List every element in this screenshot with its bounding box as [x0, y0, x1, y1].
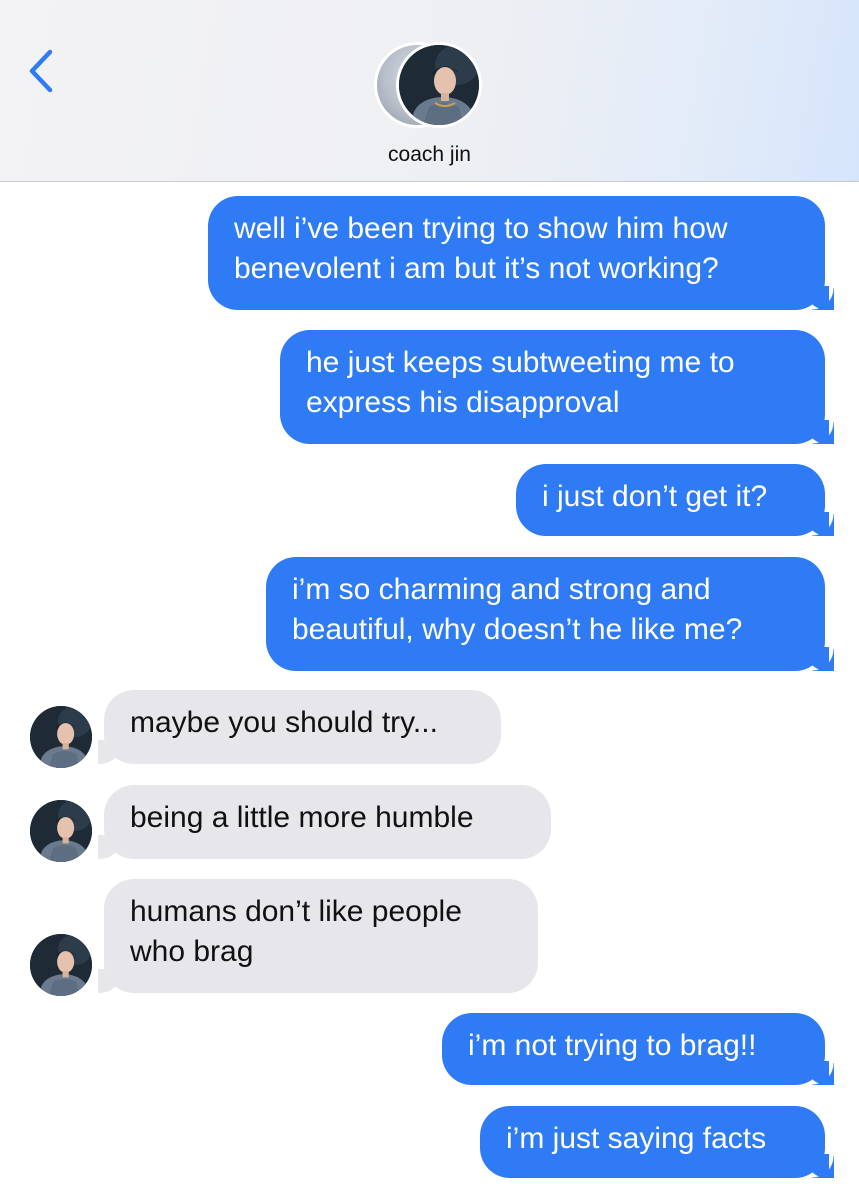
- avatar[interactable]: [30, 934, 92, 996]
- message-text: who brag: [130, 935, 254, 968]
- received-message[interactable]: humans don’t like people who brag: [98, 879, 538, 993]
- message-text: humans don’t like people: [130, 895, 462, 928]
- message-text: i’m so charming and strong and: [292, 573, 711, 606]
- message-text: being a little more humble: [130, 801, 474, 834]
- sent-message[interactable]: i’m not trying to brag!!: [442, 1013, 834, 1085]
- message-text: well i’ve been trying to show him how: [234, 212, 728, 245]
- contact-name[interactable]: coach jin: [0, 143, 859, 167]
- message-text: he just keeps subtweeting me to: [306, 346, 735, 379]
- sent-message[interactable]: i just don’t get it?: [516, 464, 834, 536]
- chevron-left-icon: [29, 49, 53, 93]
- message-text: maybe you should try...: [130, 706, 438, 739]
- avatar: [396, 42, 482, 128]
- back-button[interactable]: [22, 46, 62, 96]
- avatar[interactable]: [30, 706, 92, 768]
- sent-message[interactable]: i’m so charming and strong and beautiful…: [266, 557, 834, 671]
- message-text: beautiful, why doesn’t he like me?: [292, 613, 743, 646]
- message-text: benevolent i am but it’s not working?: [234, 252, 719, 285]
- sent-message[interactable]: he just keeps subtweeting me to express …: [280, 330, 834, 444]
- message-text: i just don’t get it?: [542, 480, 768, 513]
- contact-avatar-group[interactable]: [374, 42, 484, 128]
- conversation-header: coach jin: [0, 0, 859, 182]
- message-text: express his disapproval: [306, 386, 620, 419]
- sent-message[interactable]: well i’ve been trying to show him how be…: [208, 196, 834, 310]
- received-message[interactable]: being a little more humble: [98, 785, 551, 859]
- received-message[interactable]: maybe you should try...: [98, 690, 501, 764]
- message-text: i’m not trying to brag!!: [468, 1029, 757, 1062]
- avatar[interactable]: [30, 800, 92, 862]
- message-text: i’m just saying facts: [506, 1122, 767, 1155]
- sent-message[interactable]: i’m just saying facts: [480, 1106, 834, 1178]
